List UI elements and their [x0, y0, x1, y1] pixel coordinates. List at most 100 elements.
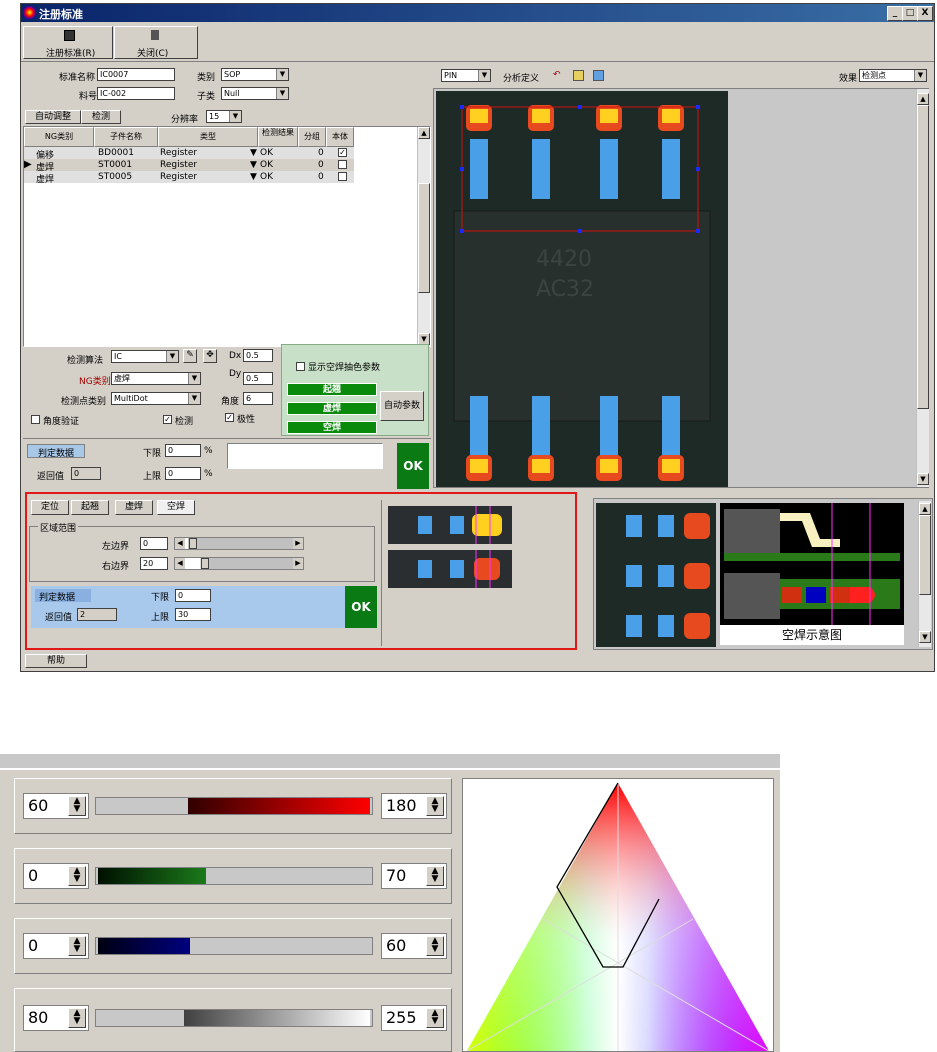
row-body-checkbox[interactable] [338, 160, 347, 169]
spin-arrows-icon[interactable]: ▲ ▼ [68, 936, 86, 956]
spin-arrows-icon[interactable]: ▲ ▼ [68, 1008, 86, 1028]
chevron-down-icon[interactable]: ▼ [188, 393, 200, 404]
grid-header-type[interactable]: 类型 [158, 127, 258, 147]
pin-select[interactable]: PIN ▼ [441, 69, 491, 82]
grid-header-result[interactable]: 检测结果 [258, 127, 298, 147]
chevron-down-icon[interactable]: ▼ [478, 70, 490, 81]
std-name-input[interactable]: IC0007 [97, 68, 175, 81]
chevron-down-icon[interactable]: ▼ [188, 373, 200, 384]
slider-right-arrow[interactable]: ▶ [293, 538, 303, 549]
grid-header-body[interactable]: 本体 [326, 127, 354, 147]
chevron-down-icon[interactable]: ▼ [276, 88, 288, 99]
tab-raise[interactable]: 起翘 [71, 500, 109, 515]
undo-icon[interactable]: ↶ [553, 70, 563, 80]
false-solder-button[interactable]: 虚焊 [287, 402, 377, 415]
judge2-upper-input[interactable]: 30 [175, 608, 211, 621]
subcat-select[interactable]: Null ▼ [221, 87, 289, 100]
slider-left-arrow[interactable]: ◀ [175, 558, 185, 569]
image-viewer[interactable]: 4420 AC32 ▲ ▼ [433, 88, 929, 488]
spin-arrows-icon[interactable]: ▲ ▼ [426, 936, 444, 956]
judge2-lower-input[interactable]: 0 [175, 589, 211, 602]
polarity-checkbox[interactable]: ✓ [225, 413, 234, 422]
slider-left-arrow[interactable]: ◀ [175, 538, 185, 549]
slider-thumb[interactable] [201, 558, 209, 569]
lower-input[interactable]: 0 [165, 444, 201, 457]
ok-button[interactable]: OK [397, 443, 429, 489]
help-button[interactable]: 帮助 [25, 654, 87, 668]
green-max-spin[interactable]: 70 ▲ ▼ [381, 863, 447, 889]
right-bound-input[interactable]: 20 [140, 557, 168, 570]
chevron-down-icon[interactable]: ▼ [276, 69, 288, 80]
close-button[interactable]: 关闭(C) [114, 26, 198, 59]
chevron-down-icon[interactable]: ▼ [166, 351, 178, 362]
slider-right-arrow[interactable]: ▶ [293, 558, 303, 569]
row-type-arrow[interactable]: ▼ [250, 160, 257, 170]
show-params-checkbox[interactable] [296, 362, 305, 371]
viewer-scrollbar[interactable]: ▲ ▼ [916, 89, 929, 487]
upper-input[interactable]: 0 [165, 467, 201, 480]
auto-params-button[interactable]: 自动参数 [380, 391, 424, 421]
tab-auto-adjust[interactable]: 自动调整 [25, 110, 81, 124]
scroll-thumb[interactable] [917, 105, 929, 409]
color-triangle-box[interactable] [462, 778, 774, 1052]
brightness-range-slider[interactable] [95, 1009, 373, 1027]
detect-checkbox[interactable]: ✓ [163, 415, 172, 424]
blue-max-spin[interactable]: 60 ▲ ▼ [381, 933, 447, 959]
red-max-spin[interactable]: 180 ▲ ▼ [381, 793, 447, 819]
scroll-up-icon[interactable]: ▲ [919, 503, 931, 515]
right-bound-slider[interactable]: ◀ ▶ [174, 557, 304, 570]
raise-button[interactable]: 起翘 [287, 383, 377, 396]
green-range-slider[interactable] [95, 867, 373, 885]
register-button[interactable]: 注册标准(R) [23, 26, 113, 59]
table-row[interactable]: 虚焊 ST0005 Register ▼ OK 0 [24, 171, 354, 185]
spin-arrows-icon[interactable]: ▲ ▼ [68, 866, 86, 886]
ok2-button[interactable]: OK [345, 586, 377, 628]
grid-scrollbar[interactable]: ▲ ▼ [417, 127, 430, 346]
color-triangle[interactable] [463, 779, 773, 1051]
spin-arrows-icon[interactable]: ▲ ▼ [68, 796, 86, 816]
left-bound-slider[interactable]: ◀ ▶ [174, 537, 304, 550]
empty-solder-button[interactable]: 空焊 [287, 421, 377, 434]
ng-select[interactable]: 虚焊 ▼ [111, 372, 201, 385]
angle-check-checkbox[interactable] [31, 415, 40, 424]
row-body-checkbox[interactable] [338, 172, 347, 181]
tab-empty[interactable]: 空焊 [157, 500, 195, 515]
row-type-arrow[interactable]: ▼ [250, 172, 257, 182]
scroll-up-icon[interactable]: ▲ [917, 93, 929, 105]
spin-arrows-icon[interactable]: ▲ ▼ [426, 1008, 444, 1028]
table-row[interactable]: ▶ 虚焊 ST0001 Register ▼ OK 0 [24, 159, 354, 173]
maximize-button[interactable]: □ [902, 6, 918, 21]
blue-min-spin[interactable]: 0 ▲ ▼ [23, 933, 89, 959]
dy-input[interactable]: 0.5 [243, 372, 273, 385]
effect-select[interactable]: 检测点 ▼ [859, 69, 927, 82]
scroll-thumb[interactable] [418, 183, 430, 293]
scroll-down-icon[interactable]: ▼ [919, 631, 931, 643]
chevron-down-icon[interactable]: ▼ [229, 111, 241, 122]
minimize-button[interactable]: _ [887, 6, 903, 21]
grid-header-ng[interactable]: NG类别 [24, 127, 94, 147]
red-range-slider[interactable] [95, 797, 373, 815]
brightness-min-spin[interactable]: 80 ▲ ▼ [23, 1005, 89, 1031]
tab-detect[interactable]: 检测 [81, 110, 121, 124]
algo-select[interactable]: IC ▼ [111, 350, 179, 363]
paste-icon[interactable] [593, 70, 604, 81]
row-body-checkbox[interactable]: ✓ [338, 148, 347, 157]
chevron-down-icon[interactable]: ▼ [914, 70, 926, 81]
tab-false[interactable]: 虚焊 [115, 500, 153, 515]
brightness-max-spin[interactable]: 255 ▲ ▼ [381, 1005, 447, 1031]
angle-input[interactable]: 6 [243, 392, 273, 405]
category-select[interactable]: SOP ▼ [221, 68, 289, 81]
spin-arrows-icon[interactable]: ▲ ▼ [426, 796, 444, 816]
blue-range-slider[interactable] [95, 937, 373, 955]
grid-header-group[interactable]: 分组 [298, 127, 326, 147]
scroll-thumb[interactable] [919, 515, 931, 595]
scroll-up-icon[interactable]: ▲ [418, 127, 430, 139]
tab-locate[interactable]: 定位 [31, 500, 69, 515]
dx-input[interactable]: 0.5 [243, 349, 273, 362]
red-min-spin[interactable]: 60 ▲ ▼ [23, 793, 89, 819]
scroll-down-icon[interactable]: ▼ [917, 473, 929, 485]
spin-arrows-icon[interactable]: ▲ ▼ [426, 866, 444, 886]
row-type-arrow[interactable]: ▼ [250, 148, 257, 158]
copy-icon[interactable] [573, 70, 584, 81]
diagram-scrollbar[interactable]: ▲ ▼ [918, 501, 931, 647]
